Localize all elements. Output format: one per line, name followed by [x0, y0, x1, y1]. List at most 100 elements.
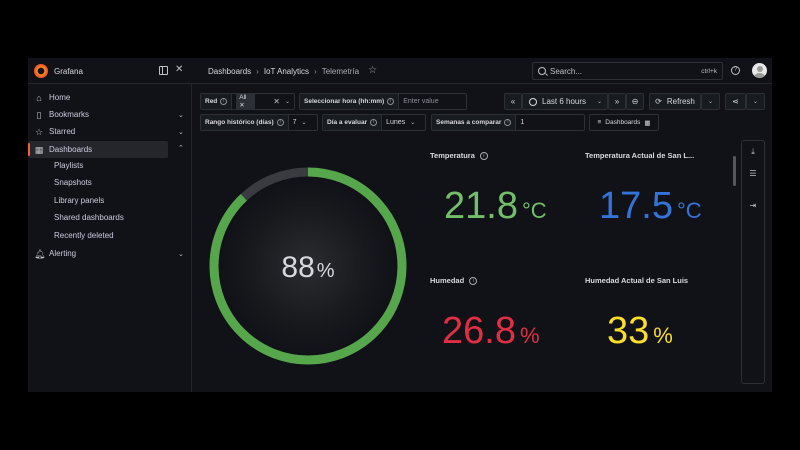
stat-temperatura: 21.8 °C — [444, 187, 547, 230]
search-icon — [538, 67, 546, 75]
variable-value[interactable]: 7 ⌄ — [289, 119, 311, 126]
grafana-app: Grafana ✕ Dashboards › IoT Analytics › T… — [28, 58, 772, 392]
info-icon[interactable]: i — [469, 276, 478, 285]
variable-dia[interactable]: Día a evaluar i Lunes ⌄ — [322, 114, 426, 131]
share-button[interactable]: ⋖ — [725, 93, 746, 110]
dashboards-link-button[interactable]: ≡ Dashboards ▦ — [589, 114, 659, 131]
panel-title-temperatura: Temperatura i — [430, 151, 488, 160]
sidebar-item-dashboards[interactable]: ▦ Dashboards — [28, 141, 168, 158]
zoom-out-button[interactable]: ⊖ — [626, 93, 644, 110]
semanas-input[interactable]: 1 — [516, 119, 528, 126]
search-input[interactable] — [550, 66, 702, 76]
sidebar-item-label: Dashboards — [49, 145, 93, 154]
sidebar-subitem-snapshots[interactable]: Snapshots — [54, 178, 92, 187]
bookmark-icon: ▯ — [36, 109, 42, 120]
chip-text: All — [239, 94, 247, 101]
breadcrumb-current: Telemetría — [321, 66, 360, 76]
sidebar-item-starred[interactable]: ☆ Starred ⌄ — [28, 123, 192, 140]
chevron-up-icon[interactable]: ⌃ — [178, 144, 184, 152]
stat-unit: °C — [521, 198, 547, 223]
chevron-down-icon: ⌄ — [301, 120, 307, 126]
close-menu-icon[interactable]: ✕ — [175, 63, 183, 77]
panel-title-text: Temperatura Actual de San L... — [585, 151, 695, 160]
variable-label: Seleccionar hora (hh:mm) i — [300, 94, 400, 109]
scrollbar-thumb[interactable] — [733, 156, 736, 186]
brand[interactable]: Grafana — [34, 64, 83, 78]
sidebar-item-label: Bookmarks — [49, 110, 90, 119]
menu-icon: ≡ — [597, 119, 602, 126]
variable-label-text: Seleccionar hora (hh:mm) — [304, 98, 385, 105]
panel-title-text: Humedad Actual de San Luis — [585, 276, 689, 285]
dashboards-link-label: Dashboards — [605, 119, 641, 126]
sidebar-item-alerting[interactable]: 🔔︎ Alerting ⌄ — [28, 245, 192, 262]
variable-red[interactable]: Red i All ✕ ✕ ⌄ — [200, 93, 295, 110]
help-icon[interactable]: ? — [731, 66, 740, 75]
refresh-interval-dropdown[interactable]: ⌄ — [701, 93, 720, 110]
info-icon[interactable]: i — [220, 98, 228, 105]
variable-label-text: Red — [205, 98, 218, 105]
avatar[interactable] — [752, 63, 767, 78]
variable-hora[interactable]: Seleccionar hora (hh:mm) i Enter value — [299, 93, 467, 110]
panel-title-humedad: Humedad i — [430, 276, 478, 285]
info-icon[interactable]: i — [276, 119, 284, 126]
sidebar-subitem-shared-dashboards[interactable]: Shared dashboards — [54, 213, 124, 222]
right-toolbar: ⤓ ☰ ⇥ — [741, 140, 765, 384]
refresh-button[interactable]: ⟳ Refresh — [649, 93, 701, 110]
time-picker-button[interactable]: Last 6 hours ⌄ — [522, 93, 608, 110]
variable-label-text: Día a evaluar — [327, 119, 368, 126]
hora-input[interactable]: Enter value — [399, 98, 438, 105]
variable-value[interactable]: All ✕ ✕ ⌄ — [232, 93, 294, 110]
variable-label: Red i — [201, 94, 233, 109]
chevron-down-icon[interactable]: ⌄ — [285, 98, 290, 105]
dock-menu-icon[interactable] — [159, 66, 168, 75]
outline-icon[interactable]: ☰ — [748, 169, 758, 179]
variable-label: Día a evaluar i — [323, 115, 383, 130]
gauge-value-number: 88 — [281, 251, 314, 284]
time-forward-button[interactable]: » — [608, 93, 626, 110]
info-icon[interactable]: i — [370, 119, 378, 126]
collapse-right-icon[interactable]: ⇥ — [748, 201, 758, 211]
sidebar-item-label: Starred — [49, 127, 76, 136]
sidebar-item-bookmarks[interactable]: ▯ Bookmarks ⌄ — [28, 106, 192, 123]
sidebar-item-home[interactable]: ⌂ Home — [28, 89, 192, 106]
apps-icon: ▦ — [34, 144, 44, 155]
chevron-down-icon[interactable]: ⌄ — [178, 111, 184, 119]
stat-value: 26.8 — [442, 310, 516, 352]
search-shortcut: ctrl+k — [701, 67, 717, 75]
info-icon[interactable]: i — [387, 98, 395, 105]
gauge-panel: 88% — [209, 167, 407, 365]
info-icon[interactable]: i — [479, 151, 488, 160]
sidebar-item-label: Alerting — [49, 249, 77, 258]
breadcrumb: Dashboards › IoT Analytics › Telemetría … — [208, 66, 377, 76]
sidebar-subitem-library-panels[interactable]: Library panels — [54, 196, 104, 205]
breadcrumb-folder[interactable]: IoT Analytics — [264, 67, 309, 76]
chevron-right-icon: › — [256, 66, 259, 76]
refresh-icon: ⟳ — [655, 97, 662, 106]
download-icon[interactable]: ⤓ — [748, 147, 758, 157]
zoom-out-icon: ⊖ — [631, 97, 639, 106]
sidebar-subitem-recently-deleted[interactable]: Recently deleted — [54, 231, 114, 240]
share-dropdown[interactable]: ⌄ — [746, 93, 765, 110]
time-back-button[interactable]: « — [504, 93, 522, 110]
panel-title-hum-san-luis: Humedad Actual de San Luis — [585, 276, 688, 285]
search-box[interactable]: ctrl+k — [532, 62, 723, 80]
star-icon: ☆ — [34, 126, 44, 137]
clear-icon[interactable]: ✕ — [273, 97, 280, 106]
chevron-down-icon[interactable]: ⌄ — [178, 250, 184, 258]
sidebar: ⌂ Home ▯ Bookmarks ⌄ ☆ Starred ⌄ ▦ Dashb… — [28, 84, 192, 392]
dia-value: Lunes — [386, 119, 406, 126]
chevron-down-icon: ⌄ — [707, 99, 714, 105]
refresh-label: Refresh — [666, 97, 695, 106]
chevron-down-icon: ⌄ — [752, 99, 759, 105]
info-icon[interactable]: i — [504, 119, 512, 126]
variable-semanas[interactable]: Semanas a comparar i 1 — [431, 114, 585, 131]
home-icon: ⌂ — [36, 92, 42, 103]
variable-rango[interactable]: Rango histórico (días) i 7 ⌄ — [200, 114, 318, 131]
variable-value[interactable]: Lunes ⌄ — [382, 119, 419, 126]
star-icon[interactable]: ☆ — [368, 66, 377, 76]
stat-unit: °C — [676, 198, 702, 223]
chevron-down-icon[interactable]: ⌄ — [178, 128, 184, 136]
breadcrumb-dashboards[interactable]: Dashboards — [208, 67, 251, 76]
bell-icon: 🔔︎ — [34, 248, 46, 259]
sidebar-subitem-playlists[interactable]: Playlists — [54, 161, 83, 170]
